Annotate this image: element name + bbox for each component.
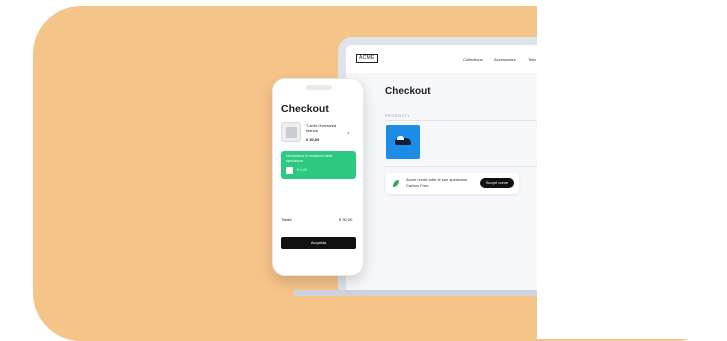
products-section-label: PRODOTTI — [385, 114, 410, 118]
nav-link-tshirts[interactable]: Tshir — [528, 57, 536, 62]
nav-link-collections[interactable]: Collections — [463, 57, 483, 62]
tshirt-thumbnail[interactable] — [281, 122, 301, 142]
learn-more-button[interactable]: Scopri come — [480, 178, 514, 188]
total-label: Totale — [281, 217, 292, 222]
laptop-screen: ACME Collections Accessories Tshir Check… — [346, 45, 537, 290]
carbon-offset-text: Neutralizza le emissioni della spedizion… — [286, 154, 333, 163]
leaf-icon — [392, 180, 399, 188]
phone-frame: Checkout T-shirt Oversized bianca € 30,0… — [272, 78, 364, 276]
carbon-offset-card: Neutralizza le emissioni della spedizion… — [281, 151, 356, 179]
nav-link-accessories[interactable]: Accessories — [494, 57, 516, 62]
divider — [385, 166, 537, 167]
item-price: € 30,00 — [306, 137, 320, 142]
buy-button[interactable]: Acquista — [281, 237, 356, 249]
phone-notch — [306, 85, 332, 90]
item-quantity[interactable]: 1 — [347, 130, 349, 135]
carbon-offset-amount: € 1,00 — [297, 168, 307, 172]
product-thumbnail[interactable] — [386, 125, 420, 159]
acme-logo[interactable]: ACME — [356, 54, 378, 63]
carbon-offset-checkbox[interactable] — [286, 167, 293, 174]
page-title: Checkout — [281, 103, 329, 115]
shoe-detail — [397, 136, 404, 140]
carbon-banner-text: Acme rende tutte le sue spedizioni Carbo… — [406, 177, 468, 188]
cart-item: T-shirt Oversized bianca € 30,00 1 — [281, 122, 357, 144]
carbon-free-banner: Acme rende tutte le sue spedizioni Carbo… — [386, 173, 519, 194]
page-title: Checkout — [385, 86, 431, 97]
laptop-base — [293, 290, 537, 296]
divider — [385, 120, 537, 121]
background-panel — [537, 6, 727, 339]
shirt-image — [286, 127, 297, 138]
item-name: T-shirt Oversized bianca — [306, 123, 337, 133]
store-navbar: ACME Collections Accessories Tshir — [346, 45, 537, 73]
total-value: € 30,00 — [339, 217, 353, 222]
